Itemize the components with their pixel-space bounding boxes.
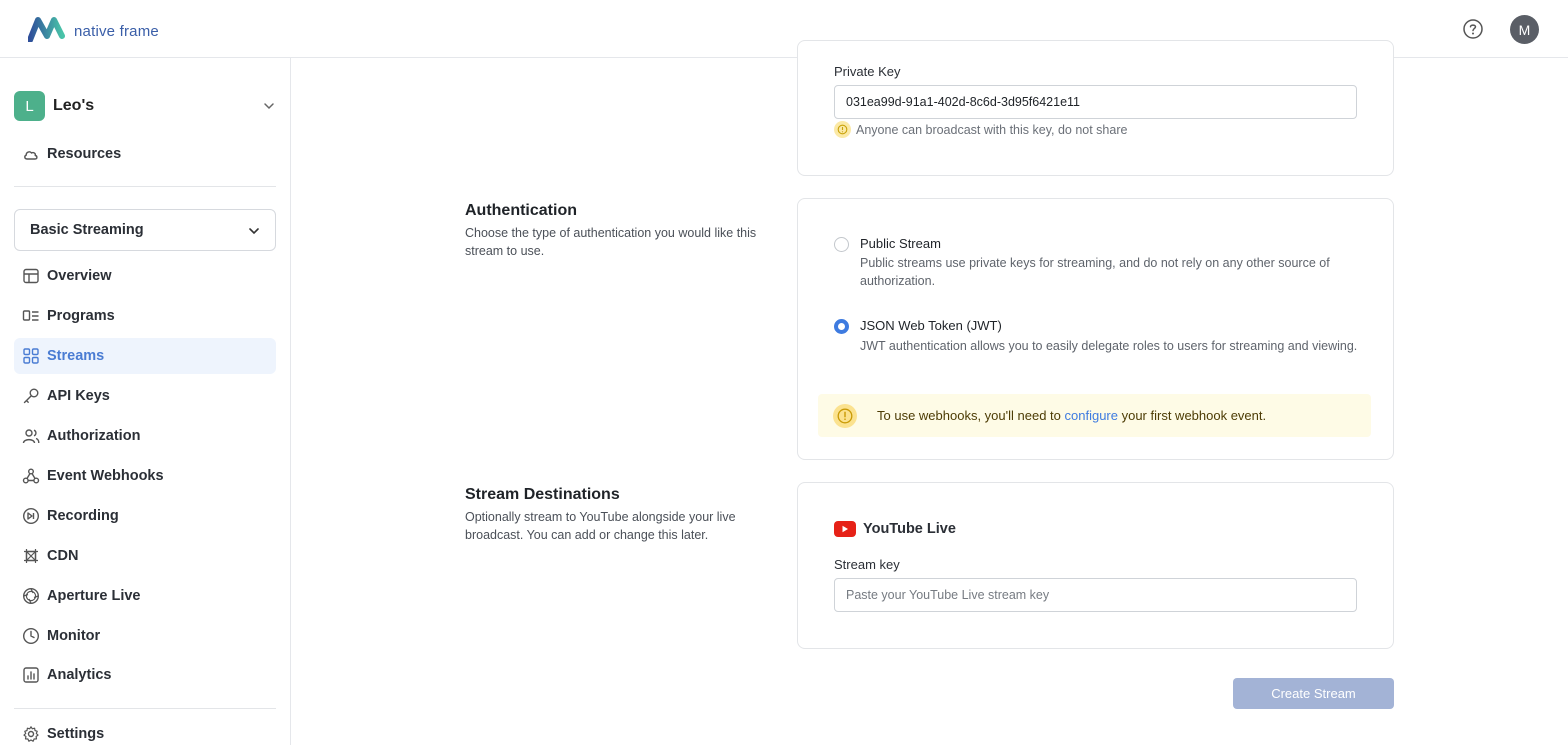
sidebar-item-label: Aperture Live xyxy=(47,588,141,604)
youtube-live-title: YouTube Live xyxy=(863,521,956,537)
org-switcher[interactable]: L Leo's xyxy=(14,91,276,121)
users-icon xyxy=(22,427,40,445)
sidebar-item-label: Authorization xyxy=(47,428,141,444)
notice-text-after: your first webhook event. xyxy=(1117,408,1267,423)
clock-icon xyxy=(22,627,40,645)
chart-icon xyxy=(22,666,40,684)
sidebar-item-cdn[interactable]: CDN xyxy=(14,538,276,574)
gear-icon xyxy=(22,725,40,743)
sidebar-item-recording[interactable]: Recording xyxy=(14,498,276,534)
stream-key-label: Stream key xyxy=(834,557,900,572)
sidebar-item-label: Event Webhooks xyxy=(47,468,164,484)
sidebar-item-streams[interactable]: Streams xyxy=(14,338,276,374)
webhook-icon xyxy=(22,467,40,485)
sidebar-item-label: API Keys xyxy=(47,388,110,404)
help-icon xyxy=(1462,19,1484,44)
youtube-live-header: YouTube Live xyxy=(834,521,956,537)
sidebar-divider xyxy=(14,186,276,187)
product-select-value: Basic Streaming xyxy=(30,222,144,238)
sidebar-item-analytics[interactable]: Analytics xyxy=(14,657,276,693)
public-stream-title: Public Stream xyxy=(860,236,941,251)
alert-icon xyxy=(833,403,857,428)
user-avatar[interactable]: M xyxy=(1510,15,1539,44)
sidebar-item-api-keys[interactable]: API Keys xyxy=(14,378,276,414)
radio-jwt[interactable] xyxy=(834,319,849,334)
sidebar-item-label: Streams xyxy=(47,348,105,364)
grid-icon xyxy=(22,347,40,365)
youtube-icon xyxy=(834,521,856,537)
configure-link[interactable]: configure xyxy=(1065,408,1118,423)
recording-icon xyxy=(22,507,40,525)
key-icon xyxy=(22,387,40,405)
sidebar-item-label: CDN xyxy=(47,548,79,564)
authentication-description: Choose the type of authentication you wo… xyxy=(465,226,757,258)
sidebar-item-label: Overview xyxy=(47,268,112,284)
webhook-notice-text: To use webhooks, you'll need to configur… xyxy=(877,408,1266,423)
chevron-down-icon xyxy=(262,99,276,118)
jwt-title: JSON Web Token (JWT) xyxy=(860,318,1002,333)
sidebar-item-overview[interactable]: Overview xyxy=(14,258,276,294)
sidebar: L Leo's Resources Basic Streaming Overvi… xyxy=(0,58,291,745)
radio-public-stream[interactable] xyxy=(834,237,849,252)
cloud-icon xyxy=(22,145,40,163)
notice-text-before: To use webhooks, you'll need to xyxy=(877,408,1065,423)
warning-icon xyxy=(834,121,851,138)
aperture-icon xyxy=(22,587,40,605)
sidebar-item-label: Recording xyxy=(47,508,119,524)
sidebar-divider xyxy=(14,708,276,709)
sidebar-item-label: Monitor xyxy=(47,628,101,644)
sidebar-item-label: Programs xyxy=(47,308,115,324)
programs-icon xyxy=(22,307,40,325)
webhook-notice: To use webhooks, you'll need to configur… xyxy=(818,394,1371,437)
sidebar-item-authorization[interactable]: Authorization xyxy=(14,418,276,454)
network-icon xyxy=(22,547,40,565)
sidebar-item-monitor[interactable]: Monitor xyxy=(14,618,276,654)
native-frame-logo-icon xyxy=(27,16,68,47)
destinations-description: Optionally stream to YouTube alongside y… xyxy=(465,510,736,542)
jwt-description: JWT authentication allows you to easily … xyxy=(860,339,1358,353)
create-stream-button[interactable]: Create Stream xyxy=(1233,678,1394,709)
product-select[interactable]: Basic Streaming xyxy=(14,209,276,251)
stream-key-input[interactable] xyxy=(834,578,1357,612)
private-key-label: Private Key xyxy=(834,64,901,79)
sidebar-item-label: Resources xyxy=(47,146,122,162)
sidebar-item-settings[interactable]: Settings xyxy=(14,716,276,745)
layout-icon xyxy=(22,267,40,285)
private-key-hint: Anyone can broadcast with this key, do n… xyxy=(834,121,1127,138)
authentication-title: Authentication xyxy=(465,202,577,219)
brand-logo[interactable]: native frame xyxy=(27,16,159,47)
public-stream-description: Public streams use private keys for stre… xyxy=(860,256,1330,288)
sidebar-item-programs[interactable]: Programs xyxy=(14,298,276,334)
sidebar-item-aperture-live[interactable]: Aperture Live xyxy=(14,578,276,614)
sidebar-item-resources[interactable]: Resources xyxy=(14,136,276,172)
help-button[interactable] xyxy=(1462,18,1484,40)
org-name: Leo's xyxy=(53,97,95,114)
chevron-down-icon xyxy=(247,224,261,243)
sidebar-item-event-webhooks[interactable]: Event Webhooks xyxy=(14,458,276,494)
org-badge: L xyxy=(14,91,45,121)
sidebar-item-label: Analytics xyxy=(47,667,112,683)
destinations-title: Stream Destinations xyxy=(465,486,620,503)
private-key-hint-text: Anyone can broadcast with this key, do n… xyxy=(856,122,1128,137)
sidebar-item-label: Settings xyxy=(47,726,105,742)
brand-name: native frame xyxy=(74,23,159,40)
private-key-input[interactable] xyxy=(834,85,1357,119)
